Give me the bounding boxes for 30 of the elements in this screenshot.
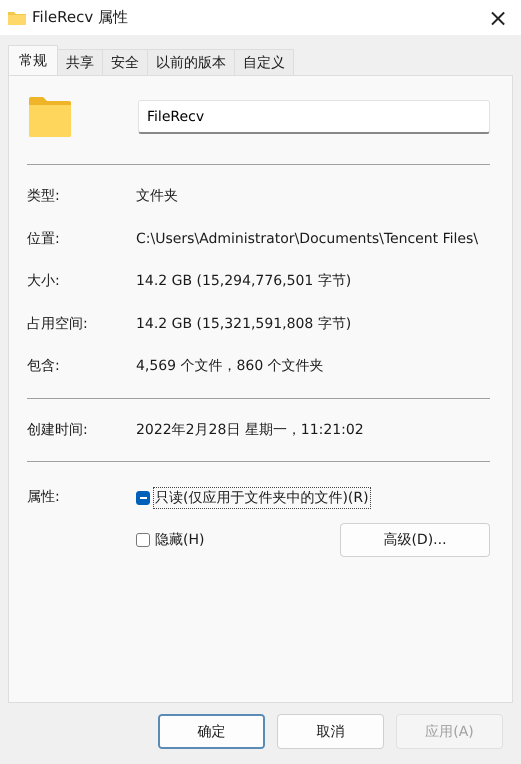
field-label: 位置: xyxy=(27,230,61,248)
field-label: 包含: xyxy=(27,357,61,376)
checkbox-label[interactable]: 隐藏(H) xyxy=(153,529,206,551)
tab[interactable]: 安全 xyxy=(102,49,148,75)
checkbox[interactable] xyxy=(136,533,150,547)
tab[interactable]: 自定义 xyxy=(234,49,294,75)
field-label: 类型: xyxy=(27,187,61,206)
name-field[interactable]: FileRecv xyxy=(138,100,490,134)
field-label: 属性: xyxy=(27,488,61,507)
checkbox[interactable] xyxy=(136,491,150,505)
advanced-button[interactable]: 高级(D)... xyxy=(340,523,490,557)
dialog-button[interactable]: 确定 xyxy=(158,714,265,749)
field-value: 4,569 个文件，860 个文件夹 xyxy=(136,357,324,376)
window-title: FileRecv 属性 xyxy=(32,8,129,27)
tab[interactable]: 常规 xyxy=(8,45,58,75)
field-label: 创建时间: xyxy=(27,420,89,439)
dialog-button[interactable]: 取消 xyxy=(277,714,384,749)
field-value: C:\Users\Administrator\Documents\Tencent Files\ xyxy=(136,230,478,247)
field-value: 2022年2月28日 星期一，11:21:02 xyxy=(136,420,364,439)
field-value: 14.2 GB (15,321,591,808 字节) xyxy=(136,314,352,333)
field-value: 文件夹 xyxy=(136,187,178,206)
close-button[interactable]: × xyxy=(475,0,521,35)
field-label: 大小: xyxy=(27,272,61,290)
folder-icon xyxy=(8,10,26,24)
checkbox-label[interactable]: 只读(仅应用于文件夹中的文件)(R) xyxy=(153,487,371,509)
tab[interactable]: 共享 xyxy=(57,49,103,75)
tab[interactable]: 以前的版本 xyxy=(147,49,235,75)
field-label: 占用空间: xyxy=(27,314,89,333)
field-value: 14.2 GB (15,294,776,501 字节) xyxy=(136,272,352,290)
folder-icon xyxy=(29,97,71,137)
